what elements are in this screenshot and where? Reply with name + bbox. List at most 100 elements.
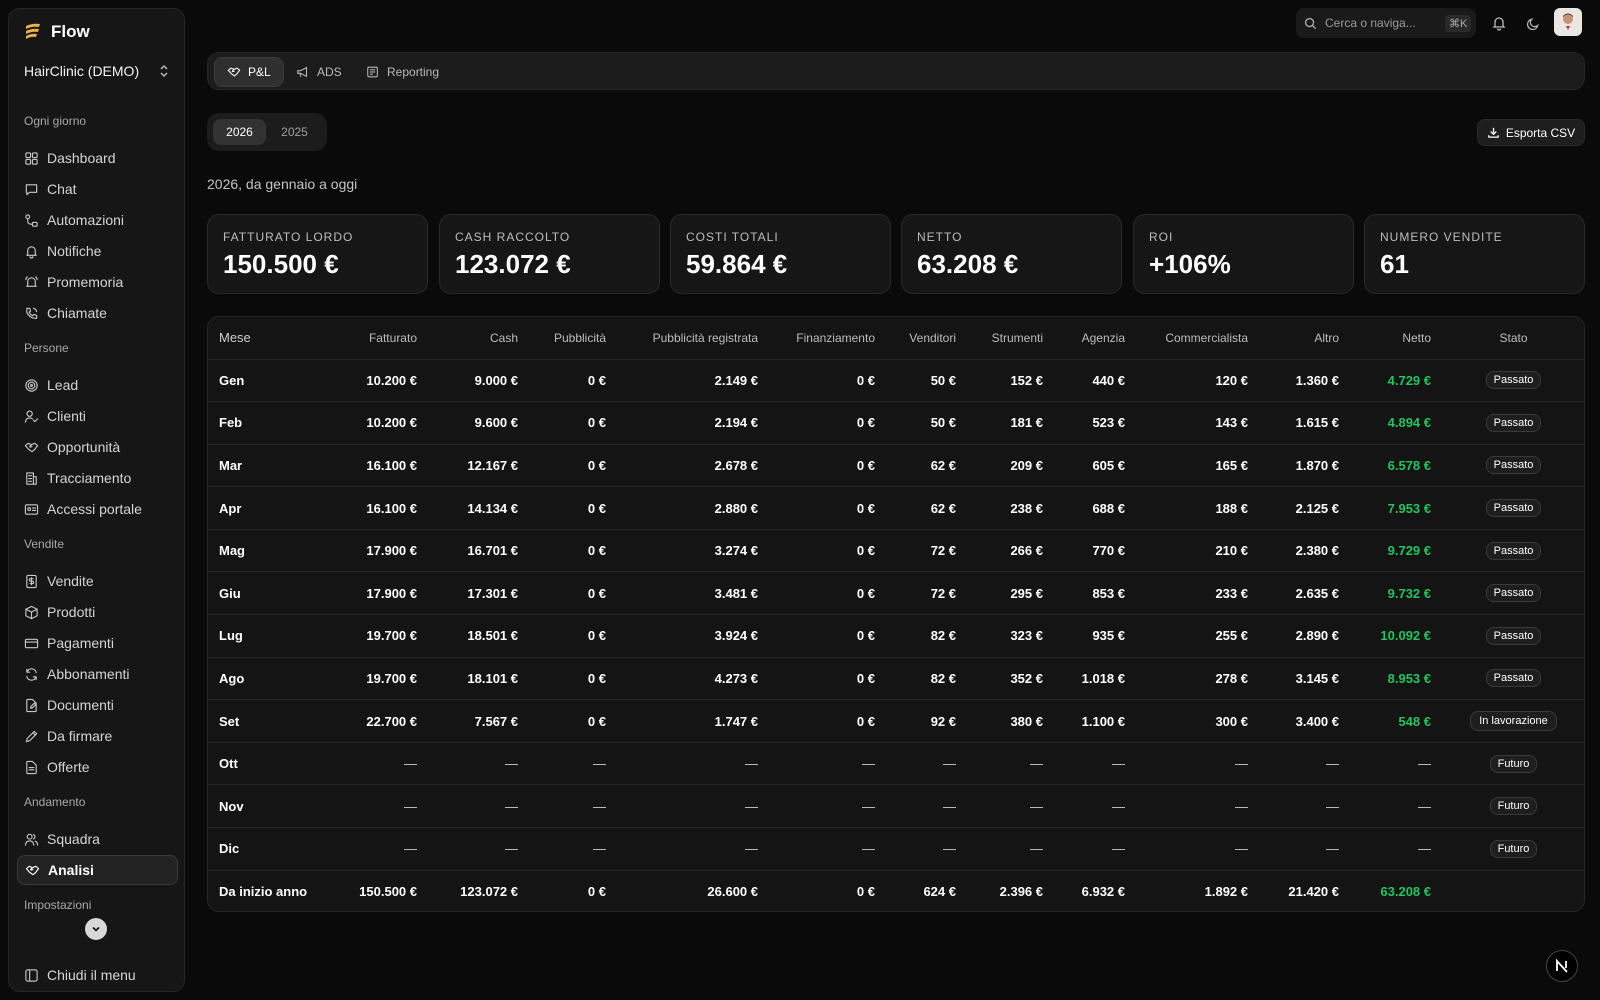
- table-row[interactable]: Nov — — — — — — — — — — — Futuro: [208, 784, 1584, 828]
- value-cell: —: [1349, 784, 1441, 828]
- value-cell: 9.600 €: [427, 401, 528, 445]
- value-cell: 0 €: [528, 614, 616, 658]
- status-badge: Passato: [1485, 584, 1542, 603]
- sidebar-item-lead[interactable]: Lead: [17, 370, 178, 400]
- value-cell: 2.890 €: [1258, 614, 1349, 658]
- value-cell: 0 €: [768, 614, 885, 658]
- value-cell: 17.900 €: [312, 571, 427, 615]
- sidebar-item-promemoria[interactable]: Promemoria: [17, 267, 178, 297]
- sidebar-item-label: Notifiche: [47, 243, 102, 259]
- month-cell: Ott: [208, 741, 312, 785]
- value-cell: —: [768, 827, 885, 871]
- value-cell: 0 €: [768, 699, 885, 743]
- chat-icon: [24, 182, 39, 197]
- status-cell: Futuro: [1441, 827, 1584, 871]
- column-header: Altro: [1314, 330, 1339, 345]
- total-cell: [1441, 869, 1584, 911]
- value-cell: 72 €: [885, 528, 966, 572]
- table-row[interactable]: Ott — — — — — — — — — — — Futuro: [208, 741, 1584, 785]
- brand[interactable]: Flow: [22, 21, 90, 43]
- sidebar-item-abbonamenti[interactable]: Abbonamenti: [17, 659, 178, 689]
- newspaper-icon: [367, 66, 378, 78]
- status-cell: In lavorazione: [1441, 699, 1584, 743]
- export-csv-button[interactable]: Esporta CSV: [1477, 119, 1585, 146]
- value-cell: 0 €: [528, 571, 616, 615]
- value-cell: 0 €: [768, 571, 885, 615]
- status-badge: Passato: [1485, 413, 1542, 432]
- sidebar-item-label: Squadra: [47, 831, 100, 847]
- value-cell: 9.000 €: [427, 358, 528, 402]
- value-cell: 0 €: [528, 443, 616, 487]
- table-row[interactable]: Mag 17.900 €16.701 €0 €3.274 €0 €72 €266 …: [208, 528, 1584, 572]
- table-row[interactable]: Gen 10.200 €9.000 €0 €2.149 €0 €50 €152 €…: [208, 358, 1584, 402]
- value-cell: 2.880 €: [616, 486, 768, 530]
- value-cell: —: [616, 741, 768, 785]
- total-cell: 21.420 €: [1258, 869, 1349, 911]
- sidebar-item-chat[interactable]: Chat: [17, 174, 178, 204]
- value-cell: —: [427, 784, 528, 828]
- column-header: Pubblicità registrata: [652, 330, 758, 345]
- megaphone-icon: [297, 66, 308, 78]
- sidebar-item-documenti[interactable]: Documenti: [17, 690, 178, 720]
- scroll-down-button[interactable]: [85, 918, 107, 940]
- handshake-icon: [25, 863, 40, 878]
- kpi-label: Cash raccolto: [455, 230, 571, 244]
- theme-toggle-button[interactable]: [1522, 12, 1544, 34]
- table-row[interactable]: Set 22.700 €7.567 €0 €1.747 €0 €92 €380 €…: [208, 699, 1584, 743]
- month-cell: Set: [208, 699, 312, 743]
- tab-reporting[interactable]: Reporting: [354, 57, 451, 87]
- avatar[interactable]: [1554, 8, 1582, 36]
- sidebar-item-analisi[interactable]: Analisi: [17, 855, 178, 885]
- sidebar-item-pagamenti[interactable]: Pagamenti: [17, 628, 178, 658]
- value-cell: 4.729 €: [1349, 358, 1441, 402]
- sidebar-item-prodotti[interactable]: Prodotti: [17, 597, 178, 627]
- sidebar-item-chiamate[interactable]: Chiamate: [17, 298, 178, 328]
- sidebar-item-label: Offerte: [47, 759, 90, 775]
- kpi-card-cash: Cash raccolto 123.072 €: [439, 214, 660, 294]
- sidebar-item-da-firmare[interactable]: Da firmare: [17, 721, 178, 751]
- search-shortcut: ⌘K: [1445, 14, 1472, 32]
- sidebar-item-tracciamento[interactable]: Tracciamento: [17, 463, 178, 493]
- tab-ads[interactable]: ADS: [284, 57, 354, 87]
- table-row[interactable]: Feb 10.200 €9.600 €0 €2.194 €0 €50 €181 €…: [208, 401, 1584, 445]
- table-row[interactable]: Dic — — — — — — — — — — — Futuro: [208, 827, 1584, 871]
- workflow-icon: [24, 213, 39, 228]
- kpi-value: 59.864 €: [686, 249, 788, 279]
- kpi-label: Costi totali: [686, 230, 779, 244]
- sidebar-item-vendite[interactable]: Vendite: [17, 566, 178, 596]
- pl-table: Mese Fatturato Cash Pubblicità Pubblicità re…: [208, 317, 1584, 911]
- year-tab-2026[interactable]: 2026: [213, 119, 266, 145]
- collapse-menu-button[interactable]: Chiudi il menu: [24, 967, 136, 983]
- value-cell: 16.100 €: [312, 486, 427, 530]
- sidebar-item-clienti[interactable]: Clienti: [17, 401, 178, 431]
- table-row[interactable]: Lug 19.700 €18.501 €0 €3.924 €0 €82 €323 …: [208, 614, 1584, 658]
- sidebar-item-accessi-portale[interactable]: Accessi portale: [17, 494, 178, 524]
- table-header-row: Mese Fatturato Cash Pubblicità Pubblicità re…: [208, 317, 1584, 359]
- sidebar-item-automazioni[interactable]: Automazioni: [17, 205, 178, 235]
- nextjs-indicator-button[interactable]: [1546, 950, 1578, 982]
- sidebar-item-dashboard[interactable]: Dashboard: [17, 143, 178, 173]
- sidebar-item-squadra[interactable]: Squadra: [17, 824, 178, 854]
- tab-pl[interactable]: P&L: [214, 57, 284, 87]
- table-row[interactable]: Mar 16.100 €12.167 €0 €2.678 €0 €62 €209 …: [208, 443, 1584, 487]
- table-row[interactable]: Apr 16.100 €14.134 €0 €2.880 €0 €62 €238 …: [208, 486, 1584, 530]
- search-input[interactable]: [1325, 16, 1437, 30]
- value-cell: —: [528, 827, 616, 871]
- notifications-button[interactable]: [1488, 12, 1510, 34]
- global-search[interactable]: ⌘K: [1296, 8, 1476, 38]
- sidebar-item-opportunità[interactable]: Opportunità: [17, 432, 178, 462]
- table-row[interactable]: Ago 19.700 €18.101 €0 €4.273 €0 €82 €352 …: [208, 656, 1584, 700]
- sidebar-item-label: Opportunità: [47, 439, 121, 455]
- value-cell: —: [1135, 741, 1258, 785]
- year-tab-2025[interactable]: 2025: [268, 119, 321, 145]
- month-cell: Ago: [208, 656, 312, 700]
- kpi-card-netto: Netto 63.208 €: [901, 214, 1122, 294]
- value-cell: 2.194 €: [616, 401, 768, 445]
- sidebar-item-notifiche[interactable]: Notifiche: [17, 236, 178, 266]
- org-switcher[interactable]: HairClinic (DEMO): [24, 63, 170, 79]
- sidebar-item-offerte[interactable]: Offerte: [17, 752, 178, 782]
- table-row[interactable]: Giu 17.900 €17.301 €0 €3.481 €0 €72 €295 …: [208, 571, 1584, 615]
- grid-icon: [24, 151, 39, 166]
- report-tabs: P&L ADS Reporting: [207, 52, 1585, 90]
- sidebar-item-label: Vendite: [47, 573, 94, 589]
